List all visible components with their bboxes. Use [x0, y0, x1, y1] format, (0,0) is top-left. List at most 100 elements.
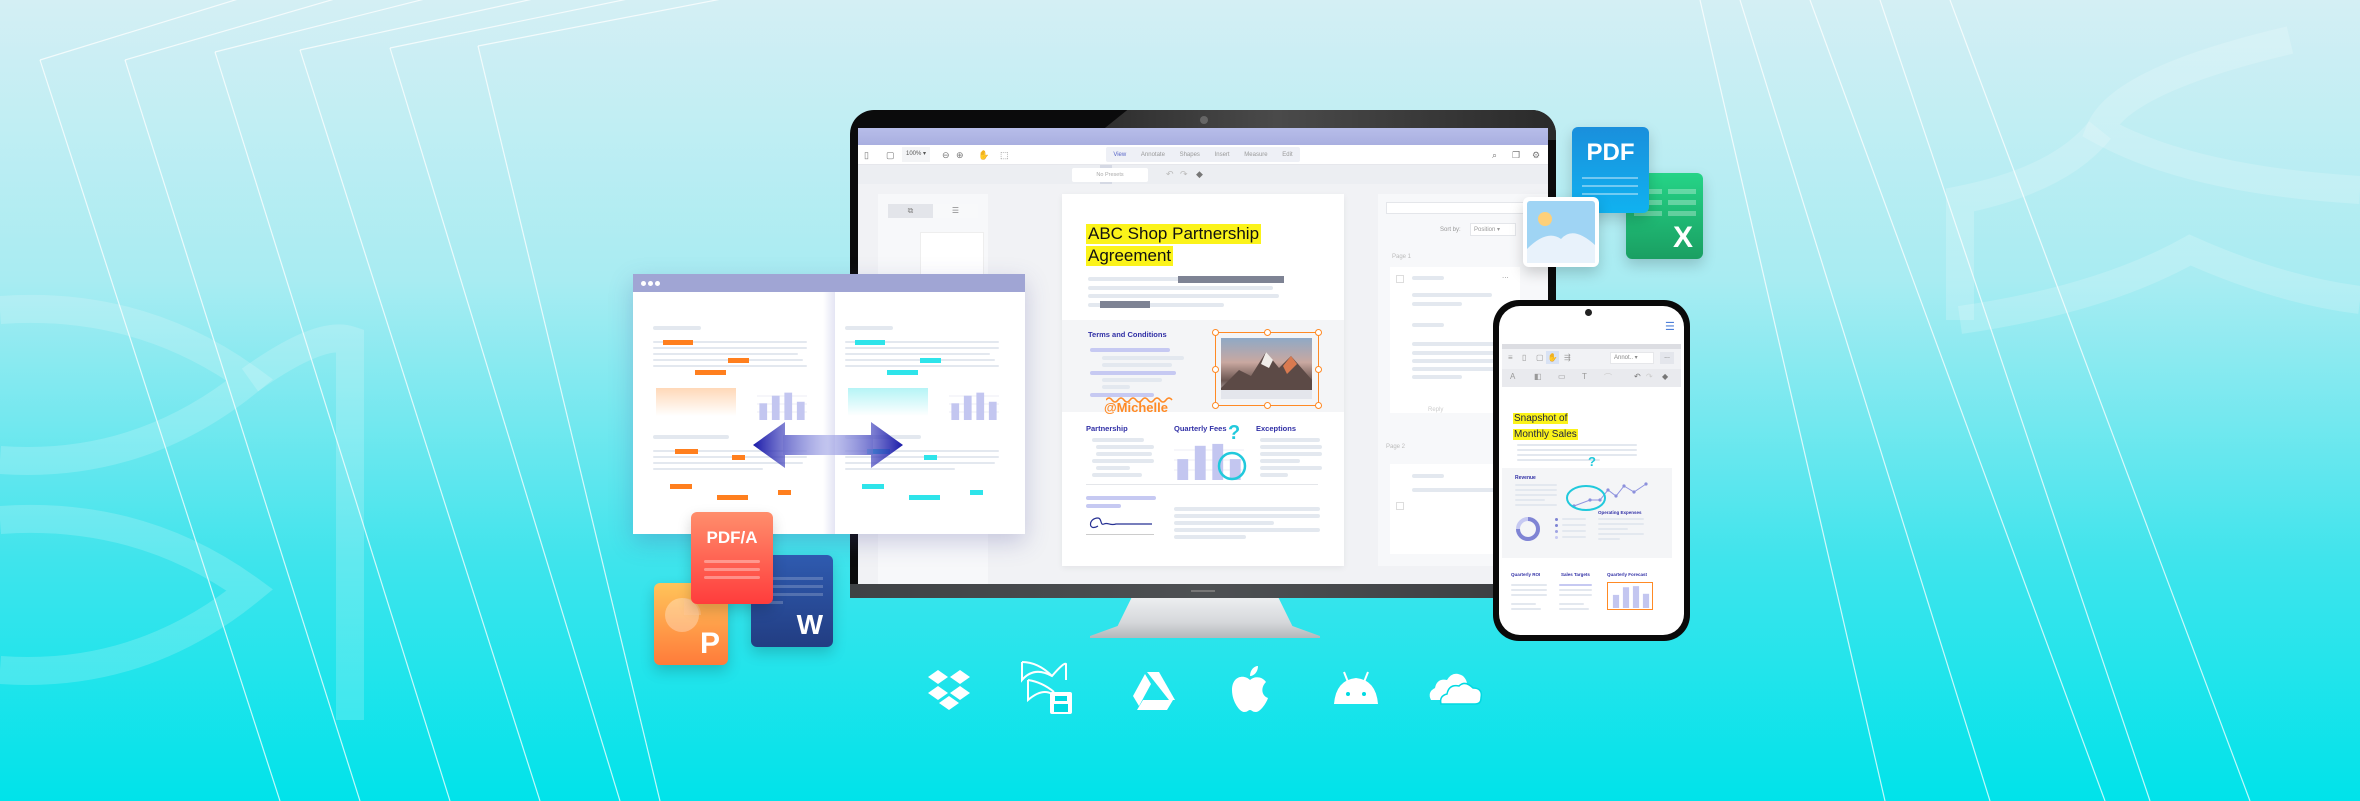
terms-heading: Terms and Conditions [1088, 330, 1167, 339]
eraser-icon[interactable]: ◆ [1662, 372, 1668, 381]
undo-icon[interactable]: ↶ [1634, 372, 1641, 381]
zoom-select[interactable]: 100% ▾ [902, 147, 930, 162]
question-annotation[interactable]: ? [1588, 454, 1596, 469]
hamburger-menu-icon[interactable]: ☰ [1665, 320, 1675, 333]
mode-value: Annot.. [1614, 355, 1634, 361]
resize-handle[interactable] [1212, 402, 1219, 409]
chart-bar [784, 392, 793, 420]
compare-arrow-icon [753, 422, 903, 468]
partnership-heading: Partnership [1086, 424, 1128, 433]
rectangle-icon[interactable]: ▭ [1558, 372, 1566, 381]
text-tool-icon[interactable]: T [1582, 372, 1587, 381]
window-dot[interactable] [648, 281, 653, 286]
chart-bar [1642, 593, 1650, 608]
preset-select[interactable]: No Presets [1072, 168, 1148, 182]
resize-handle[interactable] [1264, 402, 1271, 409]
page-icon[interactable]: ▢ [886, 145, 895, 165]
pdfa-file-icon: PDF/A [691, 512, 773, 604]
settings-icon[interactable]: ⚙ [1532, 145, 1540, 165]
right-bar-chart [949, 392, 999, 420]
reply-button[interactable]: Reply [1428, 407, 1443, 413]
question-annotation[interactable]: ? [1228, 422, 1240, 445]
resize-handle[interactable] [1315, 402, 1322, 409]
page-2-label: Page 2 [1386, 444, 1406, 450]
chart-bar [976, 392, 985, 420]
chart-bar [1622, 587, 1630, 608]
resize-handle[interactable] [1212, 329, 1219, 336]
sort-label: Sort by: [1440, 227, 1461, 233]
title-line-2: Agreement [1086, 246, 1174, 266]
zoom-in-icon[interactable]: ⊕ [956, 145, 964, 165]
sort-select[interactable]: Position ▾ [1470, 223, 1516, 236]
page-divider [823, 292, 835, 534]
menu-icon[interactable]: ≡ [1508, 353, 1513, 362]
tab-view[interactable]: View [1113, 152, 1126, 158]
chart-bar [1632, 586, 1640, 608]
chart-bar [1194, 445, 1206, 480]
phone-app-screen: ☰ ≡ ▯ ▢ ✋ ⇶ Annot.. ▾ ... A ◧ ▭ T ⌒ ↶ ↷ … [1499, 306, 1684, 635]
chart-bar [796, 401, 805, 420]
thumbnail-view-icon[interactable]: ⧉ [888, 204, 933, 218]
window-dot[interactable] [641, 281, 646, 286]
sales-targets-heading: Sales Targets [1561, 572, 1590, 577]
sidebar-toggle-icon[interactable]: ▯ [864, 145, 869, 165]
chart-bar [951, 403, 960, 420]
search-icon[interactable]: ⌕ [1492, 145, 1497, 165]
document-title: ABC Shop Partnership Agreement [1086, 224, 1262, 266]
undo-icon[interactable]: ↶ [1166, 165, 1174, 184]
resize-handle[interactable] [1315, 366, 1322, 373]
google-drive-icon[interactable] [1125, 660, 1181, 718]
tab-edit[interactable]: Edit [1282, 152, 1292, 158]
tab-annotate[interactable]: Annotate [1141, 152, 1165, 158]
sharepoint-save-icon[interactable] [1018, 660, 1074, 718]
outline-view-icon[interactable]: ☰ [933, 204, 978, 218]
lasso-icon[interactable]: ⌒ [1604, 372, 1612, 383]
resize-handle[interactable] [1212, 366, 1219, 373]
tab-measure[interactable]: Measure [1244, 152, 1267, 158]
marquee-select-icon[interactable]: ⬚ [1000, 145, 1009, 165]
opex-heading: Operating Expenses [1598, 510, 1642, 515]
zoom-out-icon[interactable]: ⊖ [942, 145, 950, 165]
comment-search-input[interactable] [1386, 202, 1536, 214]
image-selection-frame[interactable] [1212, 329, 1322, 409]
android-icon[interactable] [1326, 660, 1382, 718]
page-1-label: Page 1 [1392, 254, 1412, 260]
pan-hand-icon[interactable]: ✋ [978, 145, 989, 165]
mention-tag[interactable]: @Michelle [1104, 400, 1168, 415]
chart-bar [1177, 459, 1189, 480]
pan-hand-icon[interactable]: ✋ [1546, 351, 1559, 364]
window-dot[interactable] [655, 281, 660, 286]
sidebar-toggle-icon[interactable]: ▯ [1522, 353, 1526, 362]
tab-shapes[interactable]: Shapes [1180, 152, 1200, 158]
resize-handle[interactable] [1315, 329, 1322, 336]
select-icon[interactable]: ⇶ [1564, 353, 1571, 362]
note-icon[interactable]: ◧ [1534, 372, 1542, 381]
monitor-chin [850, 584, 1556, 598]
apple-icon[interactable] [1222, 660, 1278, 718]
phone-subtoolbar: A ◧ ▭ T ⌒ ↶ ↷ ◆ [1502, 369, 1681, 387]
comment-checkbox[interactable] [1396, 502, 1404, 510]
redo-icon[interactable]: ↷ [1646, 372, 1653, 381]
eraser-icon[interactable]: ◆ [1196, 165, 1203, 184]
mode-select[interactable]: Annot.. ▾ [1610, 352, 1654, 364]
text-color-icon[interactable]: A [1510, 372, 1515, 381]
page-icon[interactable]: ▢ [1536, 353, 1544, 362]
redo-icon[interactable]: ↷ [1180, 165, 1188, 184]
circle-annotation[interactable] [1564, 474, 1612, 514]
comments-icon[interactable]: ❐ [1512, 145, 1520, 165]
image-file-icon [1523, 197, 1599, 267]
more-options-icon[interactable]: ... [1502, 271, 1509, 280]
phone-title-line-2: Monthly Sales [1513, 429, 1578, 440]
comment-checkbox[interactable] [1396, 275, 1404, 283]
left-bar-chart [757, 392, 807, 420]
onedrive-icon[interactable] [1425, 660, 1483, 718]
highlighted-block [848, 388, 928, 416]
tab-insert[interactable]: Insert [1215, 152, 1230, 158]
resize-handle[interactable] [1264, 329, 1271, 336]
forecast-bar-chart [1612, 586, 1650, 608]
forecast-selection-frame[interactable] [1607, 582, 1653, 610]
dropbox-icon[interactable] [924, 660, 980, 718]
more-options-icon[interactable]: ... [1660, 352, 1674, 364]
phone-document-title: Snapshot of Monthly Sales [1513, 410, 1578, 442]
revenue-heading: Revenue [1515, 475, 1536, 481]
